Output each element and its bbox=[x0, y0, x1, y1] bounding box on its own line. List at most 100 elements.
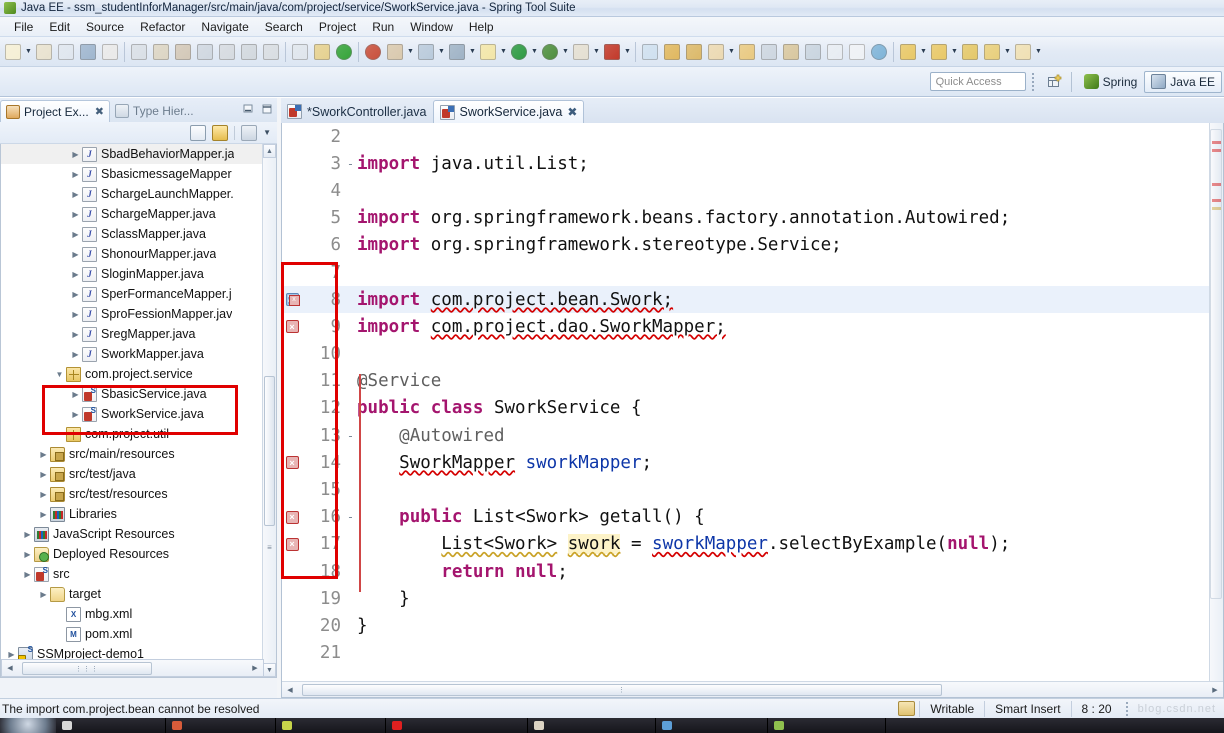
chevron-right-icon[interactable]: ▶ bbox=[21, 530, 34, 539]
chevron-right-icon[interactable]: ▶ bbox=[69, 150, 82, 159]
chevron-down-icon[interactable]: ▼ bbox=[406, 41, 415, 63]
tree-item[interactable]: ▶ Libraries bbox=[1, 504, 262, 524]
run-button[interactable] bbox=[508, 40, 530, 64]
tree-hscroll-track[interactable]: ⋮⋮⋮ bbox=[18, 661, 247, 675]
gutter-marker[interactable] bbox=[282, 293, 302, 307]
tree-item[interactable]: ▶ J SworkMapper.java bbox=[1, 344, 262, 364]
close-icon[interactable]: ✖ bbox=[95, 105, 104, 118]
code-editor[interactable]: 2 3- import java.util.List; 4 5 import org.sp… bbox=[282, 123, 1209, 681]
link-with-editor-icon[interactable] bbox=[212, 124, 229, 141]
new-package-button[interactable] bbox=[736, 40, 758, 64]
chevron-right-icon[interactable]: ▶ bbox=[69, 350, 82, 359]
editor-tab-sworkservice[interactable]: SworkService.java ✖ bbox=[432, 100, 585, 123]
scroll-right-icon[interactable]: ▶ bbox=[247, 660, 263, 676]
menu-project[interactable]: Project bbox=[311, 18, 364, 36]
editor-scroll-thumb[interactable] bbox=[1210, 129, 1222, 599]
chat-task[interactable] bbox=[656, 718, 768, 733]
code-line[interactable]: 20} bbox=[282, 612, 1209, 639]
open-type-button[interactable] bbox=[128, 40, 150, 64]
chevron-right-icon[interactable]: ▶ bbox=[69, 230, 82, 239]
chevron-down-icon[interactable]: ▼ bbox=[950, 41, 959, 63]
status-resize-grip[interactable] bbox=[1125, 701, 1134, 716]
back-button[interactable] bbox=[981, 40, 1003, 64]
toolbar-drag-handle[interactable] bbox=[1031, 72, 1038, 92]
view-menu-icon[interactable]: ▼ bbox=[263, 128, 271, 137]
upload-button[interactable] bbox=[928, 40, 950, 64]
chevron-down-icon[interactable]: ▼ bbox=[919, 41, 928, 63]
code-line[interactable]: 7 bbox=[282, 259, 1209, 286]
new-annotation-button[interactable] bbox=[758, 40, 780, 64]
tab-type-hierarchy[interactable]: Type Hier... bbox=[110, 100, 199, 122]
tree-item[interactable]: ▶ JavaScript Resources bbox=[1, 524, 262, 544]
new-wizard-button[interactable] bbox=[639, 40, 661, 64]
explorer-task[interactable] bbox=[56, 718, 166, 733]
menu-search[interactable]: Search bbox=[257, 18, 311, 36]
tree-horizontal-scrollbar[interactable]: ◀ ⋮⋮⋮ ▶ bbox=[1, 659, 264, 677]
gutter-marker[interactable]: × bbox=[282, 510, 302, 524]
scroll-left-icon[interactable]: ◀ bbox=[2, 660, 18, 676]
chevron-down-icon[interactable]: ▼ bbox=[1034, 41, 1043, 63]
menu-window[interactable]: Window bbox=[402, 18, 461, 36]
tree-item[interactable]: ▶ J SbasicmessageMapper bbox=[1, 164, 262, 184]
tree-item[interactable]: ▶ J SperFormanceMapper.j bbox=[1, 284, 262, 304]
browser-task[interactable] bbox=[166, 718, 276, 733]
fold-toggle-icon[interactable]: - bbox=[344, 429, 357, 443]
tree-vertical-scrollbar[interactable]: ▲ ≡ ▼ bbox=[262, 144, 276, 677]
tree-item[interactable]: ▶ J ShonourMapper.java bbox=[1, 244, 262, 264]
menu-source[interactable]: Source bbox=[78, 18, 132, 36]
code-line[interactable]: 6 import org.springframework.stereotype.S… bbox=[282, 232, 1209, 259]
tree-hscroll-thumb[interactable]: ⋮⋮⋮ bbox=[22, 662, 152, 675]
chevron-right-icon[interactable]: ▶ bbox=[21, 570, 34, 579]
previous-annotation-button[interactable] bbox=[216, 40, 238, 64]
gutter-marker[interactable]: × bbox=[282, 537, 302, 551]
focus-icon[interactable] bbox=[241, 124, 258, 141]
menu-edit[interactable]: Edit bbox=[41, 18, 78, 36]
chevron-down-icon[interactable]: ▼ bbox=[592, 41, 601, 63]
new-button[interactable] bbox=[2, 40, 24, 64]
chevron-down-icon[interactable]: ▼ bbox=[727, 41, 736, 63]
quick-access-input[interactable]: Quick Access bbox=[929, 72, 1026, 91]
menu-file[interactable]: File bbox=[6, 18, 41, 36]
chevron-down-icon[interactable]: ▼ bbox=[499, 41, 508, 63]
chevron-down-icon[interactable]: ▼ bbox=[437, 41, 446, 63]
scroll-right-icon[interactable]: ▶ bbox=[1207, 682, 1223, 698]
download-button[interactable] bbox=[897, 40, 919, 64]
menu-help[interactable]: Help bbox=[461, 18, 502, 36]
tree-scroll-thumb[interactable] bbox=[264, 376, 275, 526]
perspective-spring[interactable]: Spring bbox=[1077, 71, 1145, 93]
chevron-down-icon[interactable]: ▼ bbox=[530, 41, 539, 63]
open-perspective-sm-button[interactable] bbox=[802, 40, 824, 64]
editor-lock-icon[interactable] bbox=[898, 701, 916, 716]
chevron-right-icon[interactable]: ▶ bbox=[69, 410, 82, 419]
scroll-down-icon[interactable]: ▼ bbox=[263, 663, 276, 677]
scroll-left-icon[interactable]: ◀ bbox=[282, 682, 298, 698]
validate-button[interactable] bbox=[601, 40, 623, 64]
chevron-right-icon[interactable]: ▶ bbox=[69, 210, 82, 219]
minimize-icon[interactable] bbox=[241, 102, 255, 116]
ide-task[interactable] bbox=[768, 718, 886, 733]
code-line[interactable]: 10 bbox=[282, 341, 1209, 368]
editor-horizontal-scrollbar[interactable]: ◀ ⋮ ▶ bbox=[282, 681, 1223, 697]
code-line[interactable]: 2 bbox=[282, 123, 1209, 150]
tab-project-explorer[interactable]: Project Ex... ✖ bbox=[0, 100, 110, 122]
editor-hscroll-track[interactable]: ⋮ bbox=[298, 683, 1207, 697]
code-line[interactable]: 21 bbox=[282, 640, 1209, 667]
profile-button[interactable] bbox=[570, 40, 592, 64]
code-line[interactable]: 12 public class SworkService { bbox=[282, 395, 1209, 422]
chevron-right-icon[interactable]: ▶ bbox=[37, 470, 50, 479]
debug-button[interactable] bbox=[446, 40, 468, 64]
tree-item[interactable]: ▶ J SbadBehaviorMapper.ja bbox=[1, 144, 262, 164]
chevron-right-icon[interactable]: ▶ bbox=[37, 450, 50, 459]
chevron-right-icon[interactable]: ▶ bbox=[5, 650, 18, 659]
code-line[interactable]: 18 return null; bbox=[282, 558, 1209, 585]
tree-item[interactable]: ▶ src/test/java bbox=[1, 464, 262, 484]
code-line[interactable]: 5 import org.springframework.beans.factor… bbox=[282, 205, 1209, 232]
boot-dashboard-button[interactable] bbox=[362, 40, 384, 64]
tree-item[interactable]: ▶ J SloginMapper.java bbox=[1, 264, 262, 284]
project-tree[interactable]: ▶ J SbadBehaviorMapper.ja ▶ J SbasicmessageMa… bbox=[0, 144, 277, 678]
chevron-right-icon[interactable]: ▶ bbox=[69, 270, 82, 279]
new-interface-button[interactable] bbox=[780, 40, 802, 64]
editor-task[interactable] bbox=[276, 718, 386, 733]
code-line[interactable]: × 9 import com.project.dao.SworkMapper; bbox=[282, 313, 1209, 340]
tree-item[interactable]: ▶ J SregMapper.java bbox=[1, 324, 262, 344]
